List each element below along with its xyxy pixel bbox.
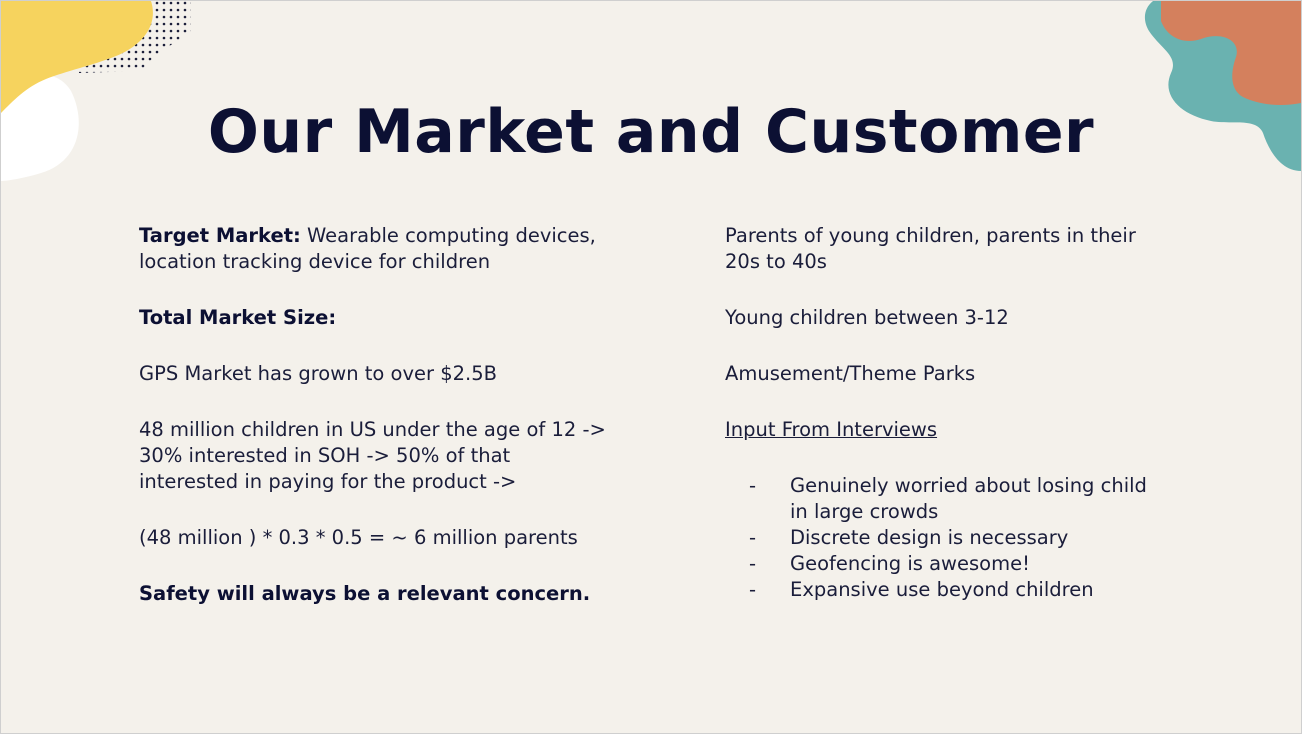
list-item: - Discrete design is necessary: [725, 525, 1165, 551]
calculation-text: (48 million ) * 0.3 * 0.5 = ~ 6 million …: [139, 526, 578, 549]
safety-statement: Safety will always be a relevant concern…: [139, 582, 591, 605]
bullet-text: Discrete design is necessary: [790, 526, 1069, 549]
bullet-dash: -: [749, 578, 757, 601]
bullet-dash: -: [749, 526, 757, 549]
slide: Our Market and Customer Target Market: W…: [0, 0, 1302, 734]
list-item: - Expansive use beyond children: [725, 577, 1165, 603]
bullet-text: Geofencing is awesome!: [790, 552, 1030, 575]
bullet-dash: -: [749, 552, 757, 575]
parks-text: Amusement/Theme Parks: [725, 362, 976, 385]
left-column: Target Market: Wearable computing device…: [139, 223, 609, 637]
children-stat-text: 48 million children in US under the age …: [139, 418, 606, 493]
bullet-dash: -: [749, 474, 757, 497]
interview-bullet-list: - Genuinely worried about losing child in…: [725, 473, 1165, 603]
right-column: Parents of young children, parents in th…: [725, 223, 1165, 603]
target-market-paragraph: Target Market: Wearable computing device…: [139, 223, 609, 275]
slide-title: Our Market and Customer: [207, 97, 1095, 167]
list-item: - Genuinely worried about losing child in…: [725, 473, 1165, 525]
gps-market-text: GPS Market has grown to over $2.5B: [139, 362, 497, 385]
young-children-text: Young children between 3-12: [725, 306, 1009, 329]
bullet-text: Expansive use beyond children: [790, 578, 1094, 601]
parents-text: Parents of young children, parents in th…: [725, 224, 1136, 273]
bullet-text: Genuinely worried about losing child in …: [790, 474, 1147, 523]
total-market-size-label: Total Market Size:: [139, 306, 337, 329]
list-item: - Geofencing is awesome!: [725, 551, 1165, 577]
target-market-label: Target Market:: [139, 224, 301, 247]
interviews-heading-link[interactable]: Input From Interviews: [725, 417, 1165, 443]
